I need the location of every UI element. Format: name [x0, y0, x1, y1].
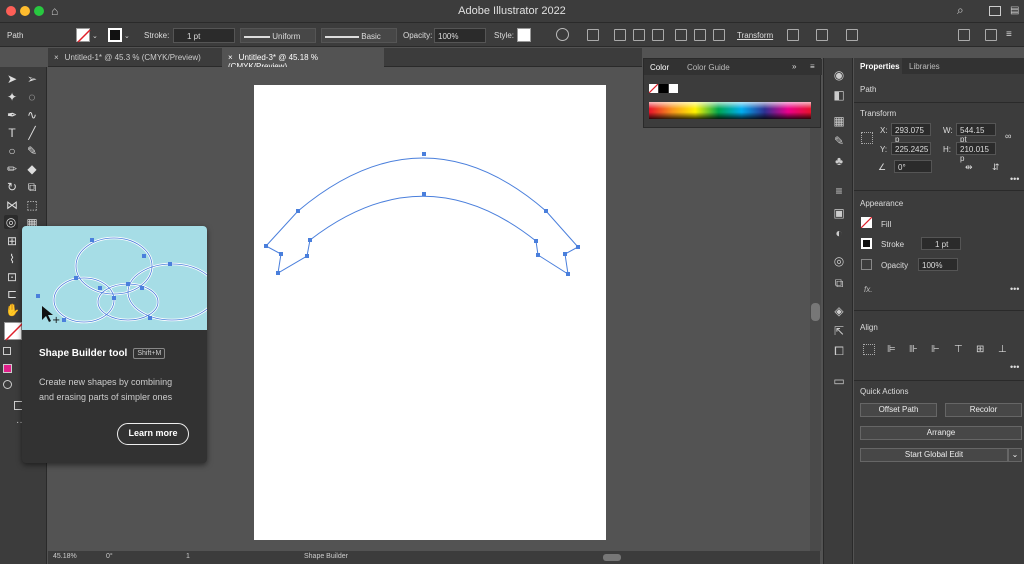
appearance-icon[interactable]: ◎ — [832, 254, 846, 268]
graphic-styles-icon[interactable]: ⧉ — [832, 276, 846, 290]
none-swatch[interactable] — [648, 83, 659, 94]
object-type: Path — [860, 85, 877, 94]
tooltip-shortcut: Shift+M — [133, 348, 166, 359]
tooltip-description-line1: Create new shapes by combining — [39, 377, 173, 387]
black-swatch[interactable] — [659, 84, 668, 93]
panel-menu-icon[interactable]: ≡ — [810, 62, 815, 71]
offset-path-button[interactable]: Offset Path — [860, 403, 937, 417]
stroke-panel-icon[interactable]: ≡ — [832, 184, 846, 198]
comments-icon[interactable]: ▭ — [832, 374, 846, 388]
tab-properties[interactable]: Properties — [854, 58, 902, 74]
collapse-icon[interactable]: » — [792, 62, 796, 71]
fx-icon[interactable]: fx. — [864, 285, 872, 294]
fill-swatch[interactable] — [860, 216, 873, 229]
more-options-icon[interactable]: ••• — [1010, 362, 1019, 372]
y-label: Y: — [880, 145, 888, 154]
current-tool-status: Shape Builder — [304, 553, 348, 560]
appearance-title: Appearance — [860, 199, 904, 208]
anchor-points — [264, 152, 580, 276]
white-swatch[interactable] — [669, 84, 678, 93]
artboards-icon[interactable]: ⧠ — [832, 344, 846, 358]
x-field[interactable]: 293.075 p — [891, 123, 931, 144]
rotation-view[interactable]: 0° — [106, 553, 113, 560]
status-bar: 45.18% 0° 1 Shape Builder — [48, 551, 820, 564]
properties-panel: Properties Libraries Path Transform X: 2… — [854, 58, 1024, 564]
color-panel-icon[interactable]: ◉ — [832, 68, 846, 82]
tab-libraries[interactable]: Libraries — [909, 62, 940, 71]
tab-color-guide[interactable]: Color Guide — [687, 63, 730, 72]
align-center-icon[interactable]: ⊪ — [909, 344, 918, 355]
align-right-icon[interactable]: ⊩ — [931, 344, 940, 355]
start-global-edit-button[interactable]: Start Global Edit — [860, 448, 1008, 462]
recolor-button[interactable]: Recolor — [945, 403, 1022, 417]
brushes-icon[interactable]: ✎ — [832, 134, 846, 148]
link-icon[interactable]: ∞ — [1005, 131, 1011, 141]
layers-icon[interactable]: ◈ — [832, 304, 846, 318]
tooltip-title: Shape Builder tool — [39, 348, 128, 359]
gradient-icon[interactable]: ▣ — [832, 206, 846, 220]
opacity-icon — [861, 259, 872, 270]
scroll-thumb[interactable] — [811, 303, 820, 321]
align-left-icon[interactable]: ⊫ — [887, 344, 896, 355]
y-field[interactable]: 225.2425 — [891, 142, 931, 155]
tool-tooltip: + Shape Builder tool Shift+M Create new … — [22, 226, 207, 463]
height-field[interactable]: 210.015 p — [956, 142, 996, 163]
reference-point-icon[interactable] — [861, 132, 873, 144]
horizontal-scroll-thumb[interactable] — [603, 554, 621, 561]
align-middle-icon[interactable]: ⊞ — [976, 344, 984, 355]
align-top-icon[interactable]: ⊤ — [954, 344, 963, 355]
color-guide-icon[interactable]: ◧ — [832, 88, 846, 102]
flip-horizontal-icon[interactable]: ⇹ — [965, 162, 973, 173]
stroke-label: Stroke — [881, 240, 905, 249]
panel-icon-strip: ◉ ◧ ▦ ✎ ♣ ≡ ▣ ◐ ◎ ⧉ ◈ ⇱ ⧠ ▭ — [823, 58, 853, 564]
w-label: W: — [943, 126, 953, 135]
tooltip-description-line2: and erasing parts of simpler ones — [39, 392, 173, 402]
chevron-down-icon[interactable]: ⌄ — [1008, 448, 1022, 462]
stroke-swatch[interactable] — [861, 238, 872, 249]
align-to-selection-icon[interactable] — [863, 344, 875, 355]
opacity-label: Opacity — [881, 261, 909, 270]
asset-export-icon[interactable]: ⇱ — [832, 324, 846, 338]
align-bottom-icon[interactable]: ⊥ — [998, 344, 1007, 355]
zoom-level[interactable]: 45.18% — [53, 553, 77, 560]
artboard-number[interactable]: 1 — [186, 553, 190, 560]
transparency-icon[interactable]: ◐ — [832, 226, 846, 240]
shape-builder-illustration: + — [22, 226, 207, 330]
angle-field[interactable]: 0° — [894, 160, 932, 173]
quick-actions-title: Quick Actions — [860, 387, 909, 396]
stroke-weight-field[interactable]: 1 pt — [921, 237, 961, 250]
flip-vertical-icon[interactable]: ⇵ — [992, 162, 1000, 173]
learn-more-button[interactable]: Learn more — [117, 423, 189, 445]
more-options-icon[interactable]: ••• — [1010, 174, 1019, 184]
color-panel: Color Color Guide » ≡ — [643, 58, 822, 128]
opacity-field[interactable]: 100% — [918, 258, 958, 271]
svg-text:+: + — [52, 315, 60, 326]
more-options-icon[interactable]: ••• — [1010, 284, 1019, 294]
width-field[interactable]: 544.15 pt — [956, 123, 996, 144]
arrange-button[interactable]: Arrange — [860, 426, 1022, 440]
angle-icon: ∠ — [878, 162, 887, 172]
h-label: H: — [943, 145, 951, 154]
swatches-icon[interactable]: ▦ — [832, 114, 846, 128]
x-label: X: — [880, 126, 888, 135]
symbols-icon[interactable]: ♣ — [832, 154, 846, 168]
tab-color[interactable]: Color — [650, 63, 669, 72]
vertical-scrollbar[interactable] — [810, 67, 821, 551]
color-spectrum[interactable] — [649, 102, 811, 119]
transform-title: Transform — [860, 109, 897, 118]
align-title: Align — [860, 323, 878, 332]
fill-label: Fill — [881, 220, 892, 229]
